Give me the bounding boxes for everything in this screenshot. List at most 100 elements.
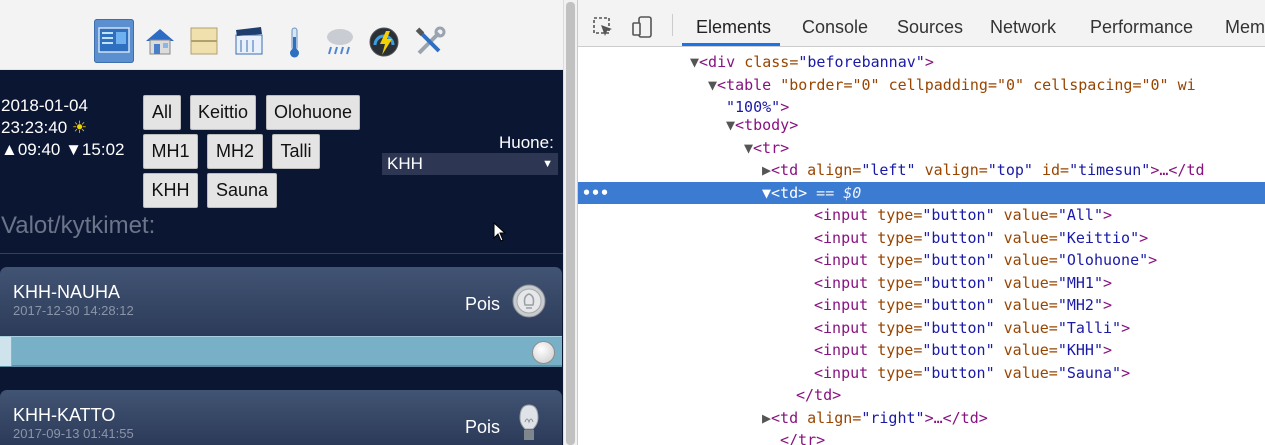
- device-toolbar-icon[interactable]: [632, 16, 654, 43]
- attr-value: "button": [922, 229, 995, 247]
- tag-text: <input: [814, 251, 878, 269]
- device-name: KHH-KATTO: [13, 405, 116, 425]
- room-select[interactable]: KHH ▼: [382, 153, 558, 175]
- expand-arrow-icon[interactable]: ▼: [744, 139, 753, 157]
- dom-node[interactable]: <input type="button" value="All">: [578, 204, 1265, 226]
- tag-text: </tr>: [780, 431, 826, 445]
- slider-handle[interactable]: [532, 341, 555, 364]
- tag-text: <td: [771, 161, 808, 179]
- device-name: KHH-NAUHA: [13, 282, 121, 302]
- bulb-icon[interactable]: [512, 402, 546, 445]
- dom-node[interactable]: </td>: [578, 384, 1265, 406]
- room-button-olohuone[interactable]: Olohuone: [266, 95, 360, 130]
- current-date: 2018-01-04: [1, 96, 88, 115]
- room-button-khh[interactable]: KHH: [143, 173, 198, 208]
- scene-clapper-icon[interactable]: [229, 19, 269, 63]
- mouse-cursor-icon: [493, 221, 507, 247]
- tag-end: >: [1121, 319, 1131, 337]
- tag-text: </td>: [796, 386, 842, 404]
- attr-value: "button": [922, 364, 995, 382]
- dom-node[interactable]: ▼<div class="beforebannav">: [578, 51, 1265, 73]
- tag-text: <td: [771, 409, 808, 427]
- page-scrollbar[interactable]: [563, 0, 577, 445]
- dom-node[interactable]: <input type="button" value="MH2">: [578, 294, 1265, 316]
- attr-name: value=: [1003, 296, 1058, 314]
- room-button-keittio[interactable]: Keittio: [190, 95, 256, 130]
- device-card-khh-katto[interactable]: KHH-KATTO 2017-09-13 01:41:55 Pois: [0, 390, 562, 445]
- dom-node[interactable]: ▼<tr>: [578, 137, 1265, 159]
- expand-arrow-icon[interactable]: ▼: [762, 184, 771, 202]
- home-icon[interactable]: [139, 19, 179, 63]
- thermometer-icon[interactable]: [274, 19, 314, 63]
- tab-sources[interactable]: Sources: [897, 17, 963, 38]
- dom-node-selected[interactable]: ••• ▼<td> == $0: [578, 182, 1265, 204]
- top-nav-bar: [0, 0, 563, 70]
- attr-value: "left": [861, 161, 916, 179]
- rain-cloud-icon[interactable]: [319, 19, 359, 63]
- attr-name: value=: [1003, 229, 1058, 247]
- attr-name: type=: [877, 229, 923, 247]
- tag-text: <tr>: [753, 139, 790, 157]
- attr-value: "button": [922, 319, 995, 337]
- attr-value: "right": [861, 409, 925, 427]
- tab-console[interactable]: Console: [802, 17, 868, 38]
- collapse-arrow-icon[interactable]: ▶: [762, 409, 771, 427]
- device-state: Pois: [465, 294, 501, 314]
- room-button-mh1[interactable]: MH1: [143, 134, 198, 169]
- expand-arrow-icon[interactable]: ▼: [708, 76, 717, 94]
- dom-node[interactable]: <input type="button" value="Keittio">: [578, 227, 1265, 249]
- attr-value: "top": [987, 161, 1033, 179]
- node-actions-icon[interactable]: •••: [582, 182, 609, 204]
- tag-text: <div: [699, 53, 745, 71]
- tab-network[interactable]: Network: [990, 17, 1056, 38]
- dom-node[interactable]: <input type="button" value="Olohuone">: [578, 249, 1265, 271]
- attr-value: "button": [922, 206, 995, 224]
- dom-node[interactable]: ▶<td align="right">…</td>: [578, 407, 1265, 429]
- room-button-all[interactable]: All: [143, 95, 181, 130]
- inspect-element-icon[interactable]: [592, 16, 614, 43]
- dom-node[interactable]: ▶<td align="left" valign="top" id="times…: [578, 159, 1265, 181]
- dom-node[interactable]: ▼<table "border="0" cellpadding="0" cell…: [578, 74, 1265, 96]
- dom-node[interactable]: <input type="button" value="MH1">: [578, 272, 1265, 294]
- timesun-block: 2018-01-04 23:23:40 ☀ ▲09:40 ▼15:02: [1, 95, 124, 161]
- expand-arrow-icon[interactable]: ▼: [726, 116, 735, 134]
- tab-performance[interactable]: Performance: [1090, 17, 1193, 38]
- tab-elements[interactable]: Elements: [696, 17, 771, 38]
- device-card-khh-nauha[interactable]: KHH-NAUHA 2017-12-30 14:28:12 Pois: [0, 267, 562, 337]
- dom-node[interactable]: ▼<tbody>: [578, 114, 1265, 136]
- blinds-icon[interactable]: [184, 19, 224, 63]
- attr-value: "Sauna": [1057, 364, 1122, 382]
- scrollbar-thumb[interactable]: [566, 2, 575, 445]
- attr-value: "beforebannav": [798, 53, 925, 71]
- dom-node[interactable]: <input type="button" value="Sauna">: [578, 362, 1265, 384]
- room-button-mh2[interactable]: MH2: [207, 134, 263, 169]
- room-button-sauna[interactable]: Sauna: [207, 173, 277, 208]
- attr-name: align=: [807, 161, 862, 179]
- tag-end: >: [1139, 229, 1149, 247]
- tag-end: >: [924, 53, 934, 71]
- dashboard-icon[interactable]: [94, 19, 134, 63]
- chevron-down-icon: ▼: [542, 158, 553, 170]
- expand-arrow-icon[interactable]: ▼: [690, 53, 699, 71]
- tab-memory[interactable]: Mem: [1225, 17, 1265, 38]
- attr-value: "Keittio": [1057, 229, 1140, 247]
- attr-name: value=: [1003, 206, 1058, 224]
- tools-icon[interactable]: [409, 19, 449, 63]
- active-tab-indicator: [682, 43, 780, 46]
- dom-node[interactable]: <input type="button" value="Talli">: [578, 317, 1265, 339]
- attr-value: "MH2": [1057, 296, 1103, 314]
- collapse-arrow-icon[interactable]: ▶: [762, 161, 771, 179]
- room-label: Huone:: [499, 133, 554, 152]
- attr-name: type=: [877, 364, 923, 382]
- energy-gauge-icon[interactable]: [364, 19, 404, 63]
- tag-text: <input: [814, 296, 878, 314]
- bulb-off-icon[interactable]: [512, 284, 546, 323]
- attr-name: value=: [1003, 274, 1058, 292]
- dom-node[interactable]: <input type="button" value="KHH">: [578, 339, 1265, 361]
- room-button-talli[interactable]: Talli: [272, 134, 320, 169]
- dimmer-slider[interactable]: [0, 336, 562, 367]
- section-title: Valot/kytkimet:: [1, 212, 156, 239]
- current-time: 23:23:40: [1, 118, 68, 137]
- slider-track-start: [0, 337, 12, 366]
- dom-node[interactable]: </tr>: [578, 429, 1265, 445]
